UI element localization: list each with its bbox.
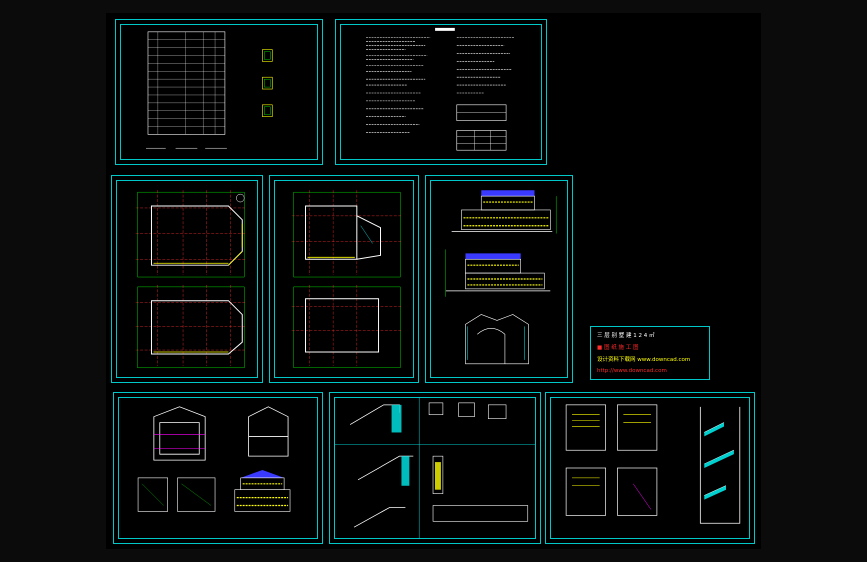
sheet-sections[interactable] <box>113 392 323 544</box>
details-content <box>334 396 536 540</box>
drawing-index-content <box>146 31 273 149</box>
legend-line-2: ■ 图 纸 施 工 图 <box>597 345 639 351</box>
sheet-drawing-index[interactable] <box>115 19 323 165</box>
legend-line-1: 三 层 别 墅 建 1 2 4 ㎡ <box>597 333 655 339</box>
title-legend-block[interactable]: 三 层 别 墅 建 1 2 4 ㎡ ■ 图 纸 施 工 图 设计资料下载网 ww… <box>590 326 710 380</box>
sheet-elevations[interactable] <box>425 175 573 383</box>
design-notes-content <box>366 27 514 151</box>
sheet-stair-details[interactable] <box>545 392 755 544</box>
floor-plans-b-content <box>291 190 403 368</box>
legend-line-4: http://www.downcad.com <box>597 368 667 374</box>
sections-content <box>137 406 291 512</box>
cad-model-space[interactable]: 三 层 别 墅 建 1 2 4 ㎡ ■ 图 纸 施 工 图 设计资料下载网 ww… <box>106 13 761 549</box>
stair-details-content <box>565 404 741 524</box>
sheet-floor-plans-a[interactable] <box>111 175 263 383</box>
sheet-details[interactable] <box>329 392 541 544</box>
floor-plans-a-content <box>135 190 247 369</box>
sheet-floor-plans-b[interactable] <box>269 175 419 383</box>
sheet-design-notes[interactable] <box>335 19 547 165</box>
legend-line-3: 设计资料下载网 www.downcad.com <box>597 357 691 363</box>
elevations-content <box>445 190 557 365</box>
